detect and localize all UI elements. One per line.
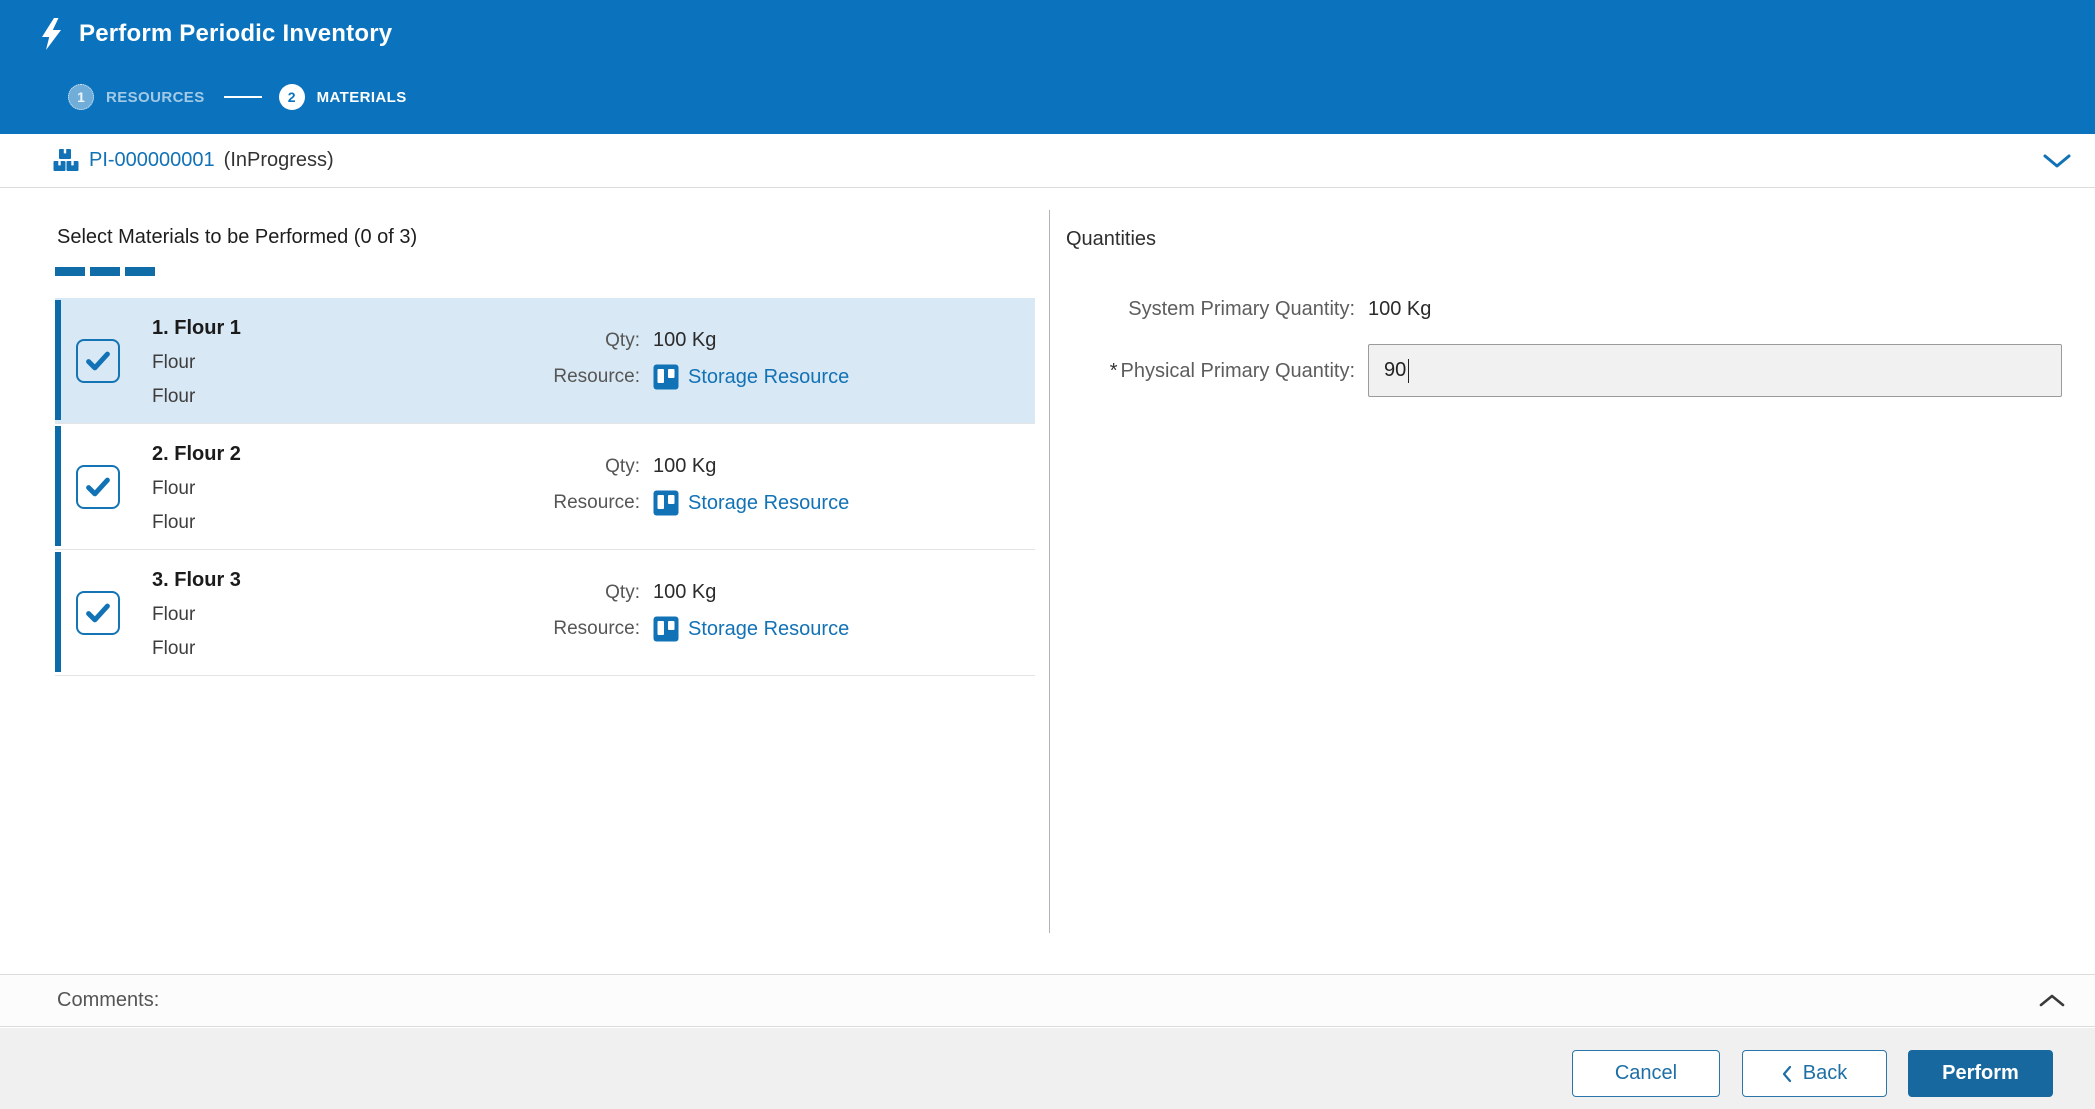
material-description: Flour [152, 636, 241, 661]
material-description: Flour [152, 510, 241, 535]
inventory-context-bar[interactable]: PI-000000001 (InProgress) [0, 134, 2095, 188]
system-quantity-value: 100 Kg [1368, 298, 2095, 321]
step-resources-label: RESOURCES [106, 89, 205, 106]
step-resources-number: 1 [68, 84, 94, 110]
lightning-icon [38, 18, 64, 50]
boxes-icon [53, 148, 79, 174]
material-list: 1. Flour 1 Flour Flour Qty: 100 Kg Resou… [55, 298, 1035, 676]
qty-value: 100 Kg [653, 329, 716, 352]
row-accent-bar [55, 426, 61, 546]
materials-heading: Select Materials to be Performed (0 of 3… [57, 224, 1049, 250]
material-name: Flour [152, 350, 241, 375]
wizard-footer: Cancel Back Perform [0, 1028, 2095, 1109]
materials-panel: Select Materials to be Performed (0 of 3… [0, 188, 1049, 974]
row-accent-bar [55, 300, 61, 420]
material-text: 1. Flour 1 Flour Flour [152, 316, 241, 409]
qty-label: Qty: [55, 456, 640, 478]
chevron-down-icon[interactable] [2043, 153, 2071, 169]
material-name: Flour [152, 602, 241, 627]
material-text: 3. Flour 3 Flour Flour [152, 568, 241, 661]
storage-resource-link[interactable]: Storage Resource [688, 366, 849, 389]
selection-progress-indicator [55, 267, 1049, 276]
step-materials-number: 2 [279, 84, 305, 110]
system-quantity-label: System Primary Quantity: [1066, 296, 1355, 322]
physical-primary-quantity-input[interactable]: 90 [1368, 344, 2062, 397]
step-materials[interactable]: 2 MATERIALS [279, 84, 407, 110]
material-text: 2. Flour 2 Flour Flour [152, 442, 241, 535]
wizard-header: Perform Periodic Inventory 1 RESOURCES 2… [0, 0, 2095, 134]
qty-value: 100 Kg [653, 455, 716, 478]
row-accent-bar [55, 552, 61, 672]
qty-label: Qty: [55, 582, 640, 604]
inventory-status: (InProgress) [224, 149, 334, 172]
cancel-button[interactable]: Cancel [1572, 1050, 1720, 1097]
storage-resource-icon [653, 616, 679, 642]
progress-dash [125, 267, 155, 276]
storage-resource-icon [653, 364, 679, 390]
resource-label: Resource: [55, 618, 640, 640]
physical-quantity-value: 90 [1384, 359, 1406, 382]
material-checkbox[interactable] [76, 339, 120, 383]
material-title: 3. Flour 3 [152, 568, 241, 593]
qty-label: Qty: [55, 330, 640, 352]
material-list-item[interactable]: 2. Flour 2 Flour Flour Qty: 100 Kg Resou… [55, 424, 1035, 550]
progress-dash [55, 267, 85, 276]
physical-quantity-row: *Physical Primary Quantity: 90 [1066, 344, 2095, 397]
step-resources[interactable]: 1 RESOURCES [68, 84, 205, 110]
wizard-title: Perform Periodic Inventory [79, 20, 392, 48]
chevron-left-icon [1782, 1065, 1792, 1083]
wizard-title-row: Perform Periodic Inventory [38, 18, 392, 50]
material-name: Flour [152, 476, 241, 501]
material-title: 2. Flour 2 [152, 442, 241, 467]
quantities-heading: Quantities [1066, 226, 2095, 252]
chevron-up-icon[interactable] [2039, 993, 2065, 1008]
material-description: Flour [152, 384, 241, 409]
perform-button-label: Perform [1942, 1062, 2019, 1085]
text-caret [1408, 359, 1409, 383]
step-materials-label: MATERIALS [317, 89, 407, 106]
perform-periodic-inventory-wizard: Perform Periodic Inventory 1 RESOURCES 2… [0, 0, 2095, 1109]
storage-resource-link[interactable]: Storage Resource [688, 492, 849, 515]
material-checkbox[interactable] [76, 465, 120, 509]
qty-value: 100 Kg [653, 581, 716, 604]
system-quantity-row: System Primary Quantity: 100 Kg [1066, 296, 2095, 322]
storage-resource-icon [653, 490, 679, 516]
material-list-item[interactable]: 3. Flour 3 Flour Flour Qty: 100 Kg Resou… [55, 550, 1035, 676]
step-indicator: 1 RESOURCES 2 MATERIALS [68, 84, 407, 110]
physical-quantity-label: *Physical Primary Quantity: [1066, 358, 1355, 384]
back-button-label: Back [1803, 1062, 1847, 1085]
storage-resource-link[interactable]: Storage Resource [688, 618, 849, 641]
quantities-panel: Quantities System Primary Quantity: 100 … [1050, 188, 2095, 974]
resource-label: Resource: [55, 366, 640, 388]
material-list-item[interactable]: 1. Flour 1 Flour Flour Qty: 100 Kg Resou… [55, 298, 1035, 424]
material-checkbox[interactable] [76, 591, 120, 635]
cancel-button-label: Cancel [1615, 1062, 1677, 1085]
step-connector [224, 96, 262, 98]
progress-dash [90, 267, 120, 276]
inventory-order-link[interactable]: PI-000000001 [89, 149, 215, 172]
comments-bar[interactable]: Comments: [0, 974, 2095, 1027]
comments-label: Comments: [57, 989, 159, 1012]
perform-button[interactable]: Perform [1908, 1050, 2053, 1097]
back-button[interactable]: Back [1742, 1050, 1887, 1097]
required-marker: * [1110, 360, 1118, 382]
material-title: 1. Flour 1 [152, 316, 241, 341]
resource-label: Resource: [55, 492, 640, 514]
main-content: Select Materials to be Performed (0 of 3… [0, 188, 2095, 974]
